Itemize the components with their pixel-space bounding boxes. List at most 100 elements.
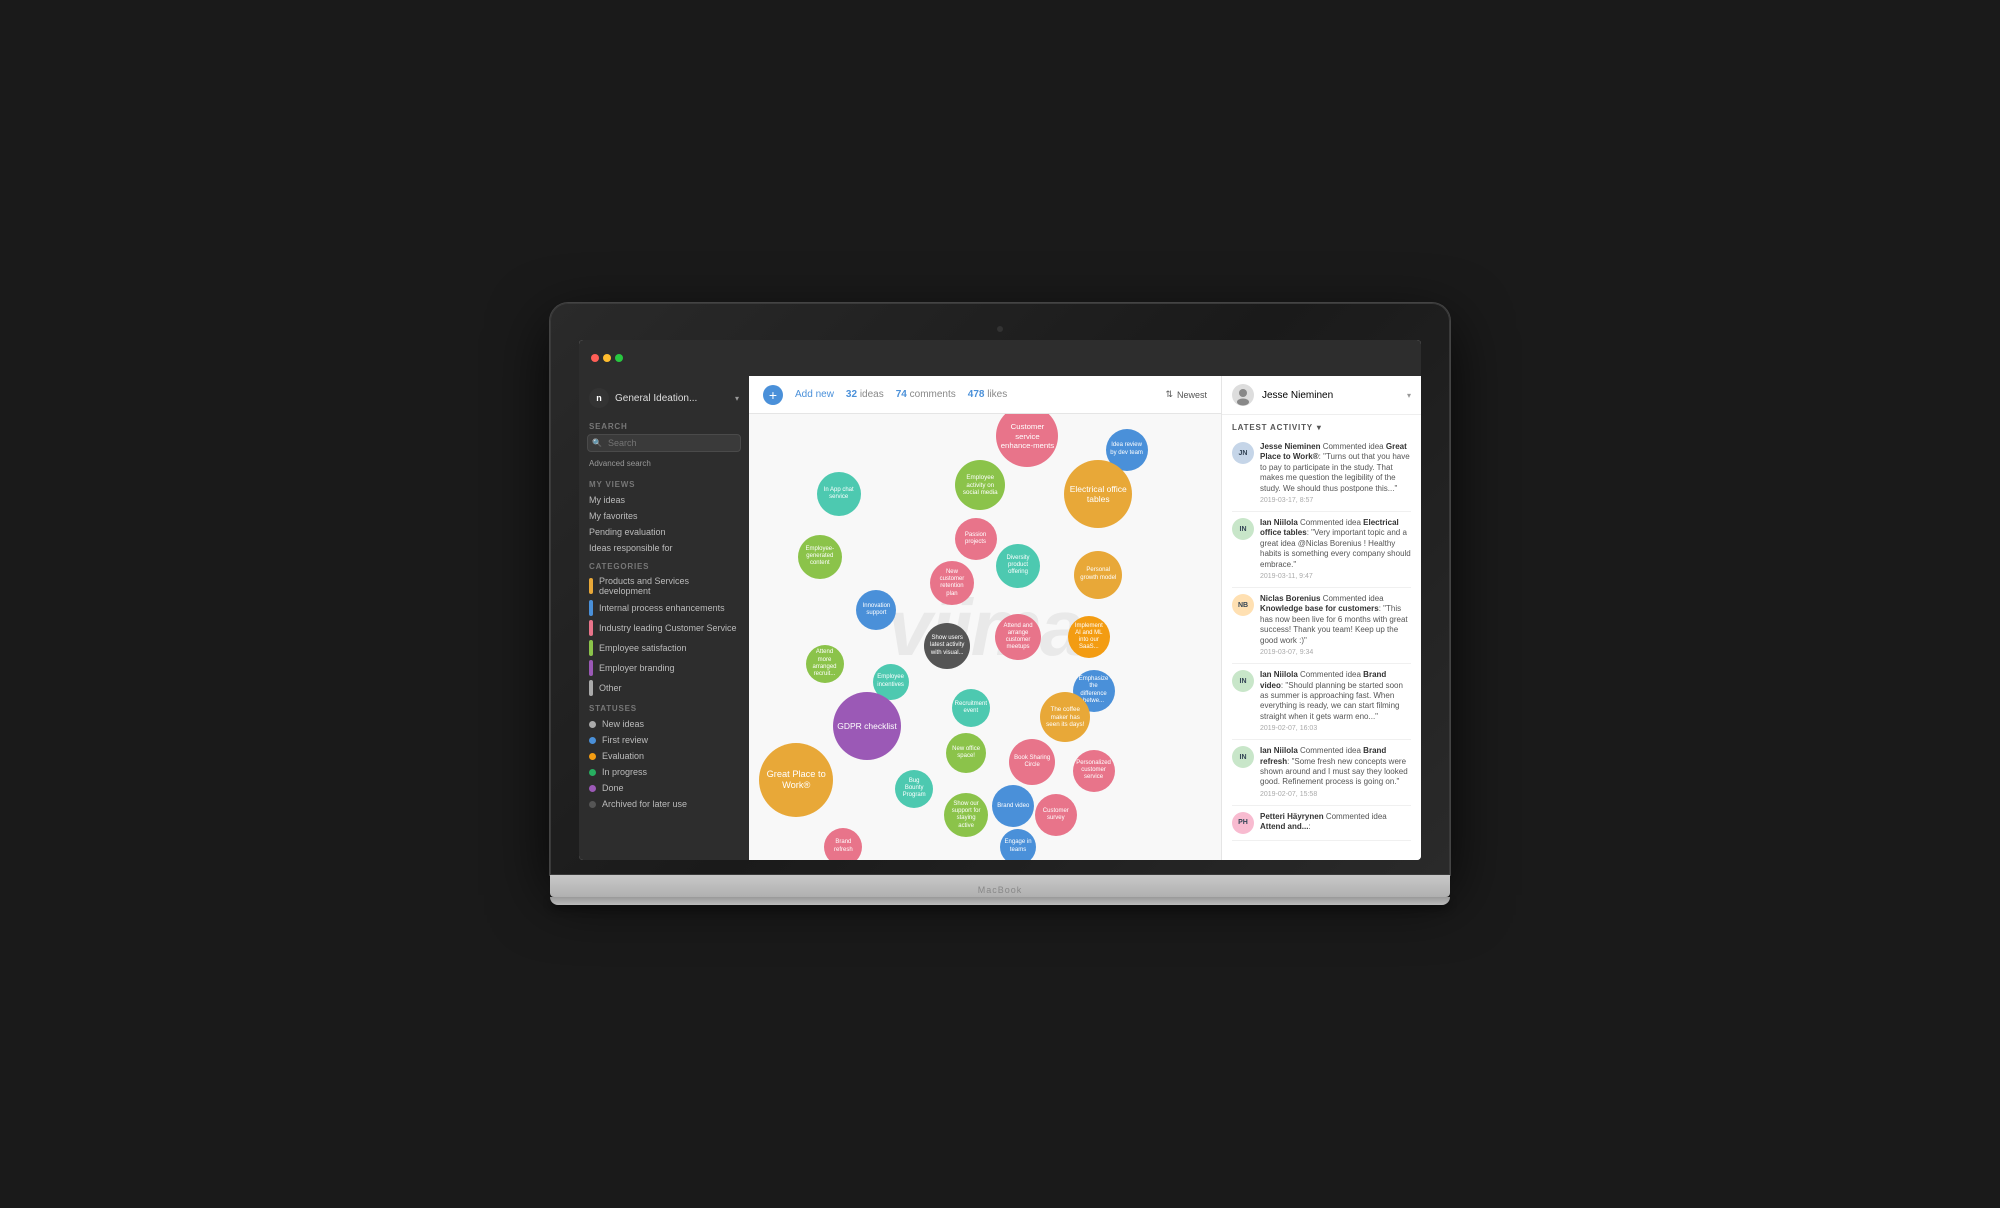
bubble-b24[interactable]: Bug Bounty Program [895, 770, 933, 808]
bubble-b30[interactable]: Brand refresh [824, 828, 862, 860]
bubble-b22[interactable]: Book Sharing Circle [1009, 739, 1055, 785]
laptop-foot [550, 897, 1450, 905]
activity-time: 2019-03-11, 9:47 [1260, 572, 1411, 581]
status-in-progress[interactable]: In progress [579, 764, 749, 780]
sort-selector[interactable]: ⇅ Newest [1165, 389, 1207, 400]
sort-icon: ⇅ [1165, 389, 1173, 400]
status-circle [589, 769, 596, 776]
bubble-b6[interactable]: Personal growth model [1074, 551, 1122, 599]
bubble-b14[interactable]: Attend and arrange customer meetups [995, 614, 1041, 660]
category-customer-service[interactable]: Industry leading Customer Service [579, 618, 749, 638]
search-input[interactable] [587, 434, 741, 452]
status-circle [589, 801, 596, 808]
category-label: Industry leading Customer Service [599, 623, 737, 633]
bubble-b7[interactable]: Passion projects [955, 518, 997, 560]
window-controls [591, 354, 623, 362]
search-section-label: Search [579, 416, 749, 434]
laptop-container: n General Ideation... ▾ Search 🔍 Advance… [550, 303, 1450, 905]
activity-avatar: PH [1232, 812, 1254, 834]
category-label: Other [599, 683, 622, 693]
category-internal-process[interactable]: Internal process enhancements [579, 598, 749, 618]
activity-chevron-icon: ▾ [1317, 423, 1322, 432]
category-other[interactable]: Other [579, 678, 749, 698]
bubble-b20[interactable]: Recruitment event [952, 689, 990, 727]
activity-time: 2019-02-07, 16:03 [1260, 724, 1411, 733]
category-label: Employee satisfaction [599, 643, 687, 653]
bubble-b4[interactable]: Electrical office tables [1064, 460, 1132, 528]
workspace-selector[interactable]: n General Ideation... ▾ [579, 384, 749, 416]
bubble-b8[interactable]: Employee-generated content [798, 535, 842, 579]
bubble-b25[interactable]: Great Place to Work® [759, 743, 833, 817]
likes-stat: 478 likes [968, 389, 1007, 400]
status-done[interactable]: Done [579, 780, 749, 796]
category-employer-branding[interactable]: Employer branding [579, 658, 749, 678]
camera-dot [997, 326, 1003, 332]
category-color-dot [589, 578, 593, 594]
statuses-label: STATUSES [579, 698, 749, 716]
status-new-ideas[interactable]: New ideas [579, 716, 749, 732]
activity-item: PHPetteri Häyrynen Commented idea Attend… [1232, 806, 1411, 841]
advanced-search-link[interactable]: Advanced search [579, 458, 749, 474]
bubble-b9[interactable]: New customer retention plan [930, 561, 974, 605]
maximize-button[interactable] [615, 354, 623, 362]
category-products-services[interactable]: Products and Services development [579, 574, 749, 598]
bubble-b26[interactable]: Brand video [992, 785, 1034, 827]
sidebar-item-my-ideas[interactable]: My ideas [579, 492, 749, 508]
category-color-dot [589, 680, 593, 696]
activity-item: JNJesse Nieminen Commented idea Great Pl… [1232, 436, 1411, 512]
sidebar-logo: n [589, 388, 609, 408]
watermark: viima [888, 582, 1083, 674]
chevron-down-icon[interactable]: ▾ [1407, 391, 1411, 400]
status-label: First review [602, 735, 648, 745]
status-first-review[interactable]: First review [579, 732, 749, 748]
activity-avatar: NB [1232, 594, 1254, 616]
activity-time: 2019-03-07, 9:34 [1260, 648, 1411, 657]
workspace-name: General Ideation... [615, 393, 735, 404]
bubble-b23[interactable]: Personalized customer service [1073, 750, 1115, 792]
bubble-b1[interactable]: Customer service enhance-ments [996, 414, 1058, 467]
activity-list: JNJesse Nieminen Commented idea Great Pl… [1222, 436, 1421, 860]
chevron-down-icon: ▾ [735, 394, 739, 403]
status-evaluation[interactable]: Evaluation [579, 748, 749, 764]
category-color-dot [589, 660, 593, 676]
right-panel: Jesse Nieminen ▾ LATEST ACTIVITY ▾ JNJes… [1221, 376, 1421, 860]
category-employee-satisfaction[interactable]: Employee satisfaction [579, 638, 749, 658]
sort-label: Newest [1177, 390, 1207, 400]
bubble-b12[interactable]: Innovation support [856, 590, 896, 630]
sidebar: n General Ideation... ▾ Search 🔍 Advance… [579, 376, 749, 860]
activity-time: 2019-02-07, 15:58 [1260, 790, 1411, 799]
bubble-b2[interactable]: Employee activity on social media [955, 460, 1005, 510]
bubble-b19[interactable]: GDPR checklist [833, 692, 901, 760]
add-new-button[interactable]: + [763, 385, 783, 405]
bubble-b27[interactable]: Show our support for staying active [944, 793, 988, 837]
bubble-b13[interactable]: Show users latest activity with visual..… [924, 623, 970, 669]
bubble-b5[interactable]: In App chat service [817, 472, 861, 516]
sidebar-item-my-favorites[interactable]: My favorites [579, 508, 749, 524]
sidebar-item-pending-evaluation[interactable]: Pending evaluation [579, 524, 749, 540]
add-new-label[interactable]: Add new [795, 389, 834, 400]
bubble-b18[interactable]: The coffee maker has seen its days! [1040, 692, 1090, 742]
status-label: In progress [602, 767, 647, 777]
status-circle [589, 721, 596, 728]
bubble-canvas[interactable]: viima Customer service enhance-mentsEmpl… [749, 414, 1221, 860]
bubble-b21[interactable]: New office space! [946, 733, 986, 773]
app-header [579, 340, 1421, 376]
bubble-b29[interactable]: Engage in teams [1000, 829, 1036, 860]
bubble-b28[interactable]: Customer survey [1035, 794, 1077, 836]
category-color-dot [589, 620, 593, 636]
bubble-b16[interactable]: Attend more arranged recruit... [806, 645, 844, 683]
bubble-b10[interactable]: Diversity product offering [996, 544, 1040, 588]
status-circle [589, 785, 596, 792]
status-archived[interactable]: Archived for later use [579, 796, 749, 812]
status-label: Evaluation [602, 751, 644, 761]
sidebar-item-ideas-responsible-for[interactable]: Ideas responsible for [579, 540, 749, 556]
minimize-button[interactable] [603, 354, 611, 362]
activity-item: NBNiclas Borenius Commented idea Knowled… [1232, 588, 1411, 664]
main-content: + Add new 32 ideas 74 comments 478 likes… [749, 376, 1221, 860]
right-panel-header: Jesse Nieminen ▾ [1222, 376, 1421, 415]
status-circle [589, 737, 596, 744]
bubble-b11[interactable]: Implement AI and ML into our SaaS... [1068, 616, 1110, 658]
close-button[interactable] [591, 354, 599, 362]
categories-label: CATEGORIES [579, 556, 749, 574]
my-views-label: MY VIEWS [579, 474, 749, 492]
